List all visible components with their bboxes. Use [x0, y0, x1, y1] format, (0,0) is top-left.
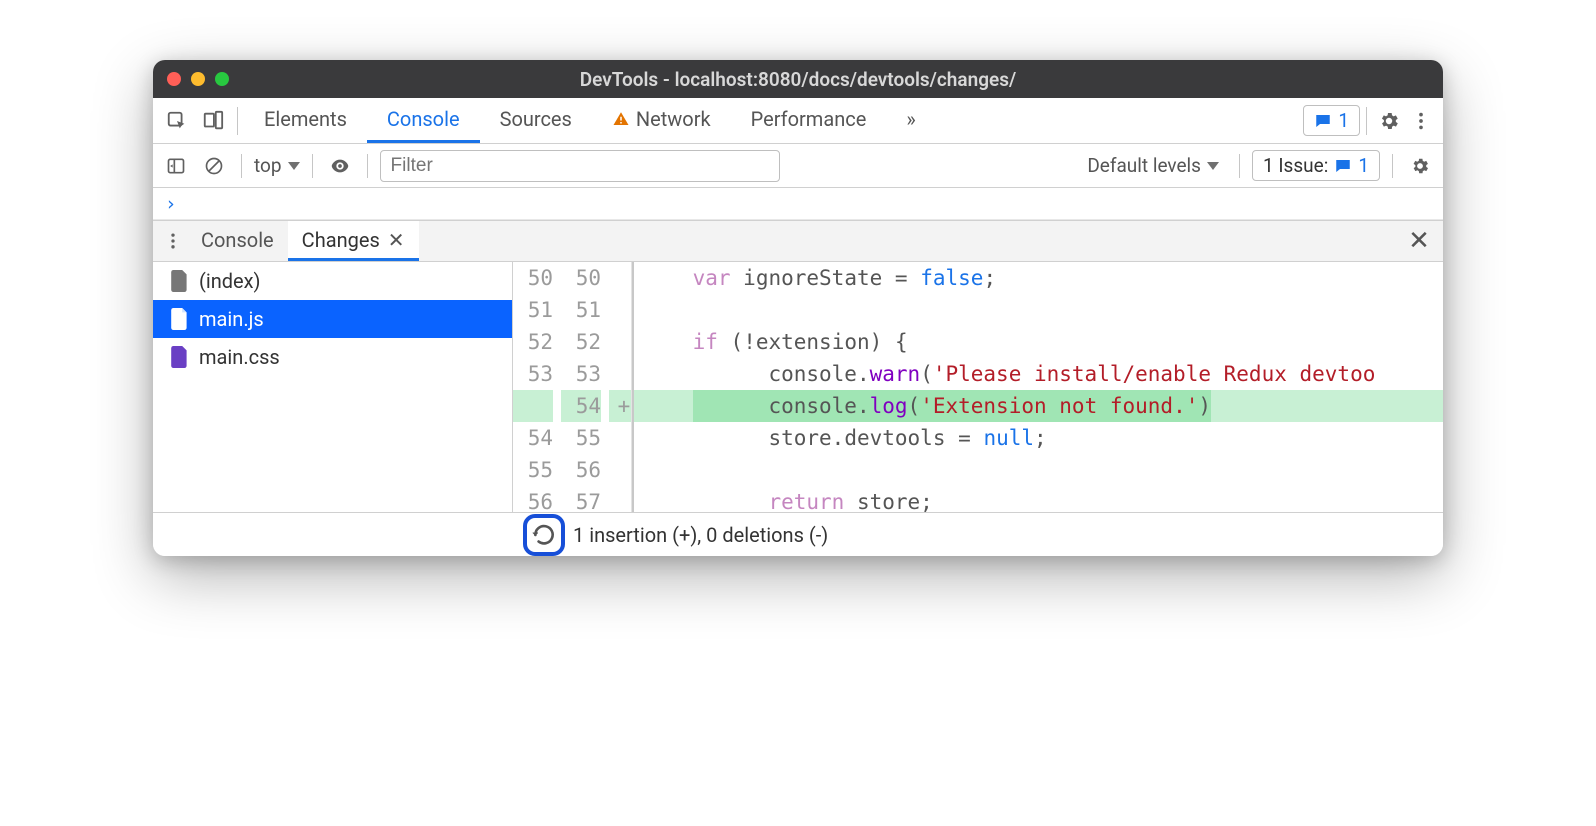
console-prompt[interactable]: ›	[153, 188, 1443, 220]
context-selector[interactable]: top	[254, 154, 300, 177]
console-filter-bar: top Default levels 1 Issue: 1	[153, 144, 1443, 188]
minimize-window-button[interactable]	[191, 72, 205, 86]
changes-summary: 1 insertion (+), 0 deletions (-)	[573, 523, 828, 547]
more-options-button[interactable]	[1405, 98, 1437, 144]
toolbar-divider	[237, 107, 238, 135]
file-item[interactable]: main.js	[153, 300, 512, 338]
file-icon	[171, 270, 189, 292]
diff-line[interactable]: var ignoreState = false;	[634, 262, 1443, 294]
file-name: main.css	[199, 345, 280, 369]
issues-count: 1	[1338, 109, 1349, 132]
toolbar-divider	[1366, 107, 1367, 135]
file-icon	[171, 346, 189, 368]
tab-network[interactable]: Network	[592, 98, 731, 143]
diff-line[interactable]	[634, 294, 1443, 326]
sidebar-toggle-button[interactable]	[161, 151, 191, 181]
diff-line[interactable]: console.warn('Please install/enable Redu…	[634, 358, 1443, 390]
settings-button[interactable]	[1373, 98, 1405, 144]
close-drawer-button[interactable]: ✕	[1401, 223, 1437, 259]
tab-elements[interactable]: Elements	[244, 98, 367, 143]
levels-label: Default levels	[1087, 154, 1201, 177]
drawer-tab-console[interactable]: Console	[187, 221, 288, 261]
diff-line[interactable]: store.devtools = null;	[634, 422, 1443, 454]
maximize-window-button[interactable]	[215, 72, 229, 86]
prompt-caret: ›	[165, 193, 176, 215]
main-toolbar: Elements Console Sources Network Perform…	[153, 98, 1443, 144]
caret-down-icon	[1207, 162, 1219, 170]
inspect-element-button[interactable]	[159, 98, 195, 144]
window-titlebar: DevTools - localhost:8080/docs/devtools/…	[153, 60, 1443, 98]
drawer-tab-label: Changes	[302, 228, 380, 252]
revert-button[interactable]	[523, 514, 565, 556]
file-item[interactable]: main.css	[153, 338, 512, 376]
context-label: top	[254, 154, 282, 177]
levels-selector[interactable]: Default levels	[1079, 154, 1227, 177]
device-toggle-button[interactable]	[195, 98, 231, 144]
issues-label: 1 Issue:	[1263, 154, 1328, 177]
message-icon	[1334, 157, 1352, 175]
filter-input[interactable]	[380, 150, 780, 182]
window-title: DevTools - localhost:8080/docs/devtools/…	[153, 68, 1443, 91]
changes-body: (index) main.js main.css 50515253545556505…	[153, 262, 1443, 512]
drawer-tab-changes[interactable]: Changes ✕	[288, 221, 419, 261]
file-list: (index) main.js main.css	[153, 262, 513, 512]
tab-label: Network	[636, 107, 711, 131]
tab-label: Console	[387, 107, 460, 131]
main-tabs: Elements Console Sources Network Perform…	[244, 98, 936, 143]
tab-performance[interactable]: Performance	[731, 98, 887, 143]
close-window-button[interactable]	[167, 72, 181, 86]
issues-chip-count: 1	[1358, 154, 1369, 177]
close-tab-button[interactable]: ✕	[388, 228, 405, 252]
more-label: »	[906, 107, 915, 131]
file-name: main.js	[199, 307, 264, 331]
console-settings-button[interactable]	[1405, 151, 1435, 181]
drawer-tab-label: Console	[201, 228, 274, 252]
drawer-more-button[interactable]	[159, 218, 187, 264]
tab-sources[interactable]: Sources	[480, 98, 592, 143]
warning-icon	[612, 110, 630, 128]
diff-line[interactable]: if (!extension) {	[634, 326, 1443, 358]
tab-label: Sources	[500, 107, 572, 131]
tabs-more-button[interactable]: »	[886, 98, 935, 143]
issues-indicator[interactable]: 1	[1303, 105, 1360, 136]
drawer-tabs: Console Changes ✕ ✕	[153, 220, 1443, 262]
diff-line[interactable]	[634, 454, 1443, 486]
tab-console[interactable]: Console	[367, 98, 480, 143]
issues-chip[interactable]: 1 Issue: 1	[1252, 150, 1380, 181]
clear-console-button[interactable]	[199, 151, 229, 181]
caret-down-icon	[288, 162, 300, 170]
file-name: (index)	[199, 269, 261, 293]
tab-label: Elements	[264, 107, 347, 131]
devtools-window: DevTools - localhost:8080/docs/devtools/…	[153, 60, 1443, 556]
file-icon	[171, 308, 189, 330]
diff-line[interactable]: console.log('Extension not found.')	[634, 390, 1443, 422]
tab-label: Performance	[751, 107, 867, 131]
file-item[interactable]: (index)	[153, 262, 512, 300]
window-controls	[167, 72, 229, 86]
changes-footer: 1 insertion (+), 0 deletions (-)	[153, 512, 1443, 556]
diff-panel: 505152535455565051525354555657+ var igno…	[513, 262, 1443, 512]
message-icon	[1314, 112, 1332, 130]
diff-line[interactable]: return store;	[634, 486, 1443, 512]
live-expression-button[interactable]	[325, 151, 355, 181]
